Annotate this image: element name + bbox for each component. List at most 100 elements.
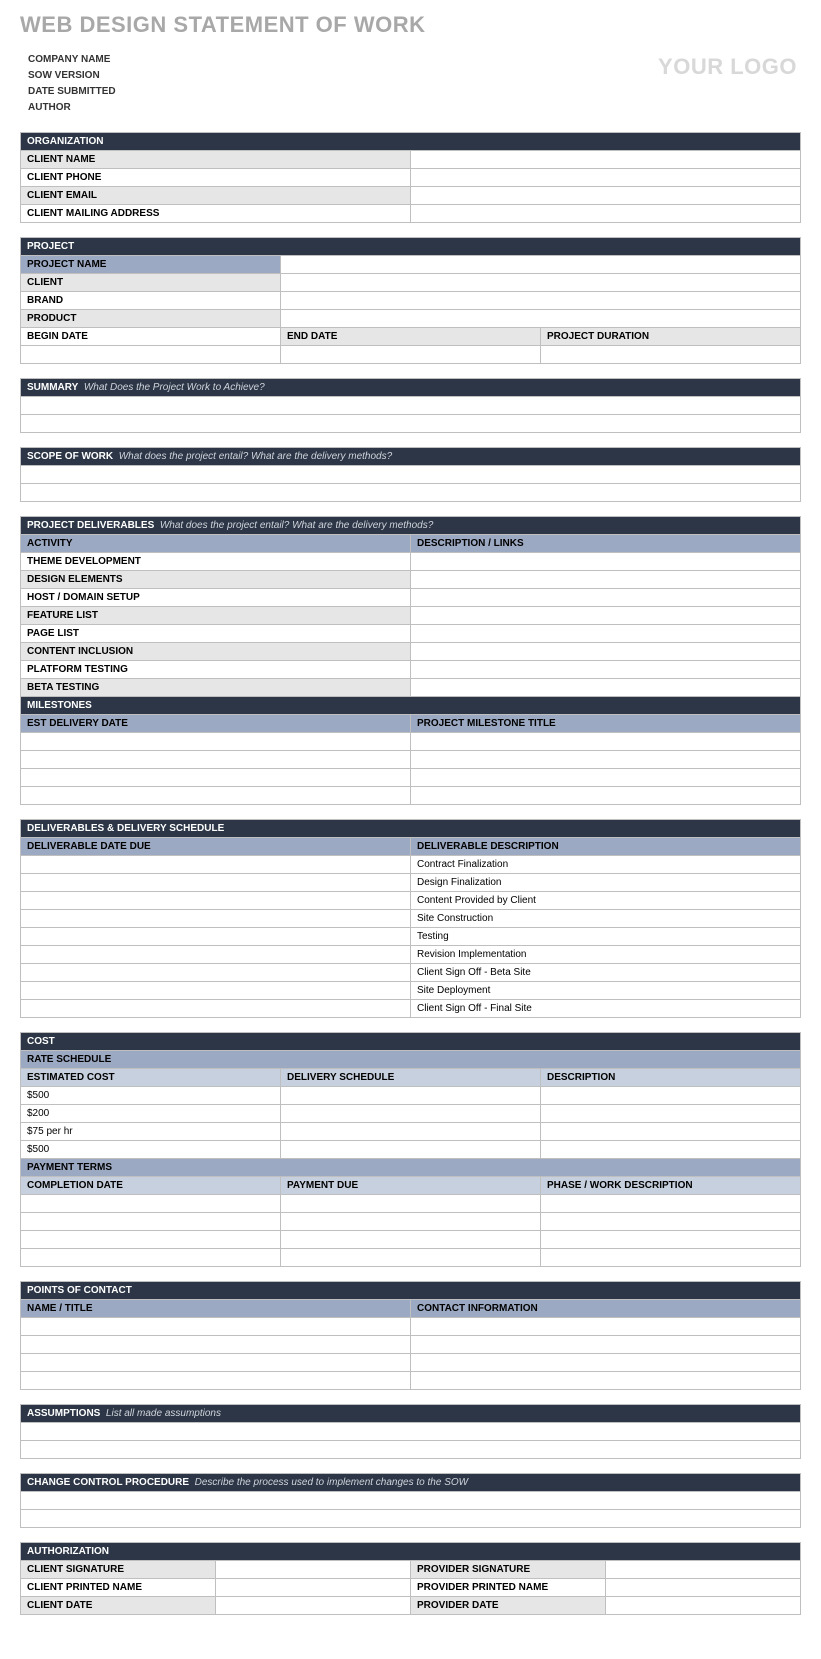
duration-value[interactable]: [541, 346, 801, 364]
change-value[interactable]: [21, 1492, 801, 1510]
pay-desc[interactable]: [541, 1249, 801, 1267]
milestone-date[interactable]: [21, 787, 411, 805]
change-hint: Describe the process used to implement c…: [195, 1477, 468, 1488]
assumptions-table: ASSUMPTIONS List all made assumptions: [20, 1404, 801, 1459]
assumptions-value[interactable]: [21, 1441, 801, 1459]
provider-signature-value[interactable]: [606, 1561, 801, 1579]
schedule-date[interactable]: [21, 874, 411, 892]
change-table: CHANGE CONTROL PROCEDURE Describe the pr…: [20, 1473, 801, 1528]
contact-col2: CONTACT INFORMATION: [411, 1300, 801, 1318]
deliverables-label: PROJECT DELIVERABLES: [27, 520, 154, 531]
pay-date[interactable]: [21, 1231, 281, 1249]
pay-due[interactable]: [281, 1249, 541, 1267]
schedule-date[interactable]: [21, 928, 411, 946]
project-row-value[interactable]: [281, 274, 801, 292]
cost-desc[interactable]: [541, 1141, 801, 1159]
pay-desc[interactable]: [541, 1213, 801, 1231]
cost-sched[interactable]: [281, 1123, 541, 1141]
schedule-date[interactable]: [21, 856, 411, 874]
pay-due[interactable]: [281, 1213, 541, 1231]
pay-date[interactable]: [21, 1213, 281, 1231]
scope-value[interactable]: [21, 484, 801, 502]
org-row-label: CLIENT PHONE: [21, 169, 411, 187]
project-header: PROJECT: [21, 238, 801, 256]
deliv-row-value[interactable]: [411, 607, 801, 625]
deliv-row-value[interactable]: [411, 661, 801, 679]
schedule-date[interactable]: [21, 910, 411, 928]
provider-signature-label: PROVIDER SIGNATURE: [411, 1561, 606, 1579]
summary-value[interactable]: [21, 415, 801, 433]
client-signature-value[interactable]: [216, 1561, 411, 1579]
client-date-value[interactable]: [216, 1597, 411, 1615]
project-row-value[interactable]: [281, 310, 801, 328]
project-table: PROJECT PROJECT NAME CLIENT BRAND PRODUC…: [20, 237, 801, 364]
scope-header: SCOPE OF WORK What does the project enta…: [21, 448, 801, 466]
client-name-value[interactable]: [216, 1579, 411, 1597]
cost-desc[interactable]: [541, 1123, 801, 1141]
assumptions-value[interactable]: [21, 1423, 801, 1441]
pay-date[interactable]: [21, 1249, 281, 1267]
contact-name[interactable]: [21, 1336, 411, 1354]
page-title: WEB DESIGN STATEMENT OF WORK: [20, 12, 801, 38]
org-row-label: CLIENT EMAIL: [21, 187, 411, 205]
pay-due[interactable]: [281, 1231, 541, 1249]
change-value[interactable]: [21, 1510, 801, 1528]
contact-info[interactable]: [411, 1372, 801, 1390]
provider-name-value[interactable]: [606, 1579, 801, 1597]
project-row-value[interactable]: [281, 292, 801, 310]
deliv-row-value[interactable]: [411, 679, 801, 697]
org-row-value[interactable]: [411, 187, 801, 205]
pay-desc[interactable]: [541, 1231, 801, 1249]
provider-date-value[interactable]: [606, 1597, 801, 1615]
scope-value[interactable]: [21, 466, 801, 484]
pay-col2: PAYMENT DUE: [281, 1177, 541, 1195]
milestone-title[interactable]: [411, 733, 801, 751]
contact-info[interactable]: [411, 1354, 801, 1372]
milestone-date[interactable]: [21, 733, 411, 751]
meta-author: AUTHOR: [28, 102, 116, 113]
cost-sched[interactable]: [281, 1105, 541, 1123]
cost-sched[interactable]: [281, 1087, 541, 1105]
pay-due[interactable]: [281, 1195, 541, 1213]
summary-value[interactable]: [21, 397, 801, 415]
cost-desc[interactable]: [541, 1105, 801, 1123]
organization-header: ORGANIZATION: [21, 133, 801, 151]
deliv-row-label: FEATURE LIST: [21, 607, 411, 625]
end-date-value[interactable]: [281, 346, 541, 364]
schedule-date[interactable]: [21, 982, 411, 1000]
deliv-row-value[interactable]: [411, 625, 801, 643]
schedule-date[interactable]: [21, 964, 411, 982]
org-row-value[interactable]: [411, 151, 801, 169]
contact-name[interactable]: [21, 1372, 411, 1390]
schedule-date[interactable]: [21, 892, 411, 910]
org-row-value[interactable]: [411, 169, 801, 187]
milestone-title[interactable]: [411, 787, 801, 805]
deliv-row-label: HOST / DOMAIN SETUP: [21, 589, 411, 607]
deliv-row-value[interactable]: [411, 571, 801, 589]
cost-col2: DELIVERY SCHEDULE: [281, 1069, 541, 1087]
pay-date[interactable]: [21, 1195, 281, 1213]
cost-sched[interactable]: [281, 1141, 541, 1159]
project-row-value[interactable]: [281, 256, 801, 274]
contact-name[interactable]: [21, 1354, 411, 1372]
milestone-date[interactable]: [21, 769, 411, 787]
contact-info[interactable]: [411, 1318, 801, 1336]
schedule-date[interactable]: [21, 1000, 411, 1018]
contact-header: POINTS OF CONTACT: [21, 1282, 801, 1300]
contact-name[interactable]: [21, 1318, 411, 1336]
milestone-date[interactable]: [21, 751, 411, 769]
schedule-desc: Design Finalization: [411, 874, 801, 892]
deliv-row-value[interactable]: [411, 553, 801, 571]
milestone-title[interactable]: [411, 751, 801, 769]
deliv-row-value[interactable]: [411, 589, 801, 607]
milestone-title[interactable]: [411, 769, 801, 787]
begin-date-value[interactable]: [21, 346, 281, 364]
assumptions-label: ASSUMPTIONS: [27, 1408, 100, 1419]
project-row-label: BRAND: [21, 292, 281, 310]
contact-info[interactable]: [411, 1336, 801, 1354]
org-row-value[interactable]: [411, 205, 801, 223]
cost-desc[interactable]: [541, 1087, 801, 1105]
schedule-date[interactable]: [21, 946, 411, 964]
deliv-row-value[interactable]: [411, 643, 801, 661]
pay-desc[interactable]: [541, 1195, 801, 1213]
